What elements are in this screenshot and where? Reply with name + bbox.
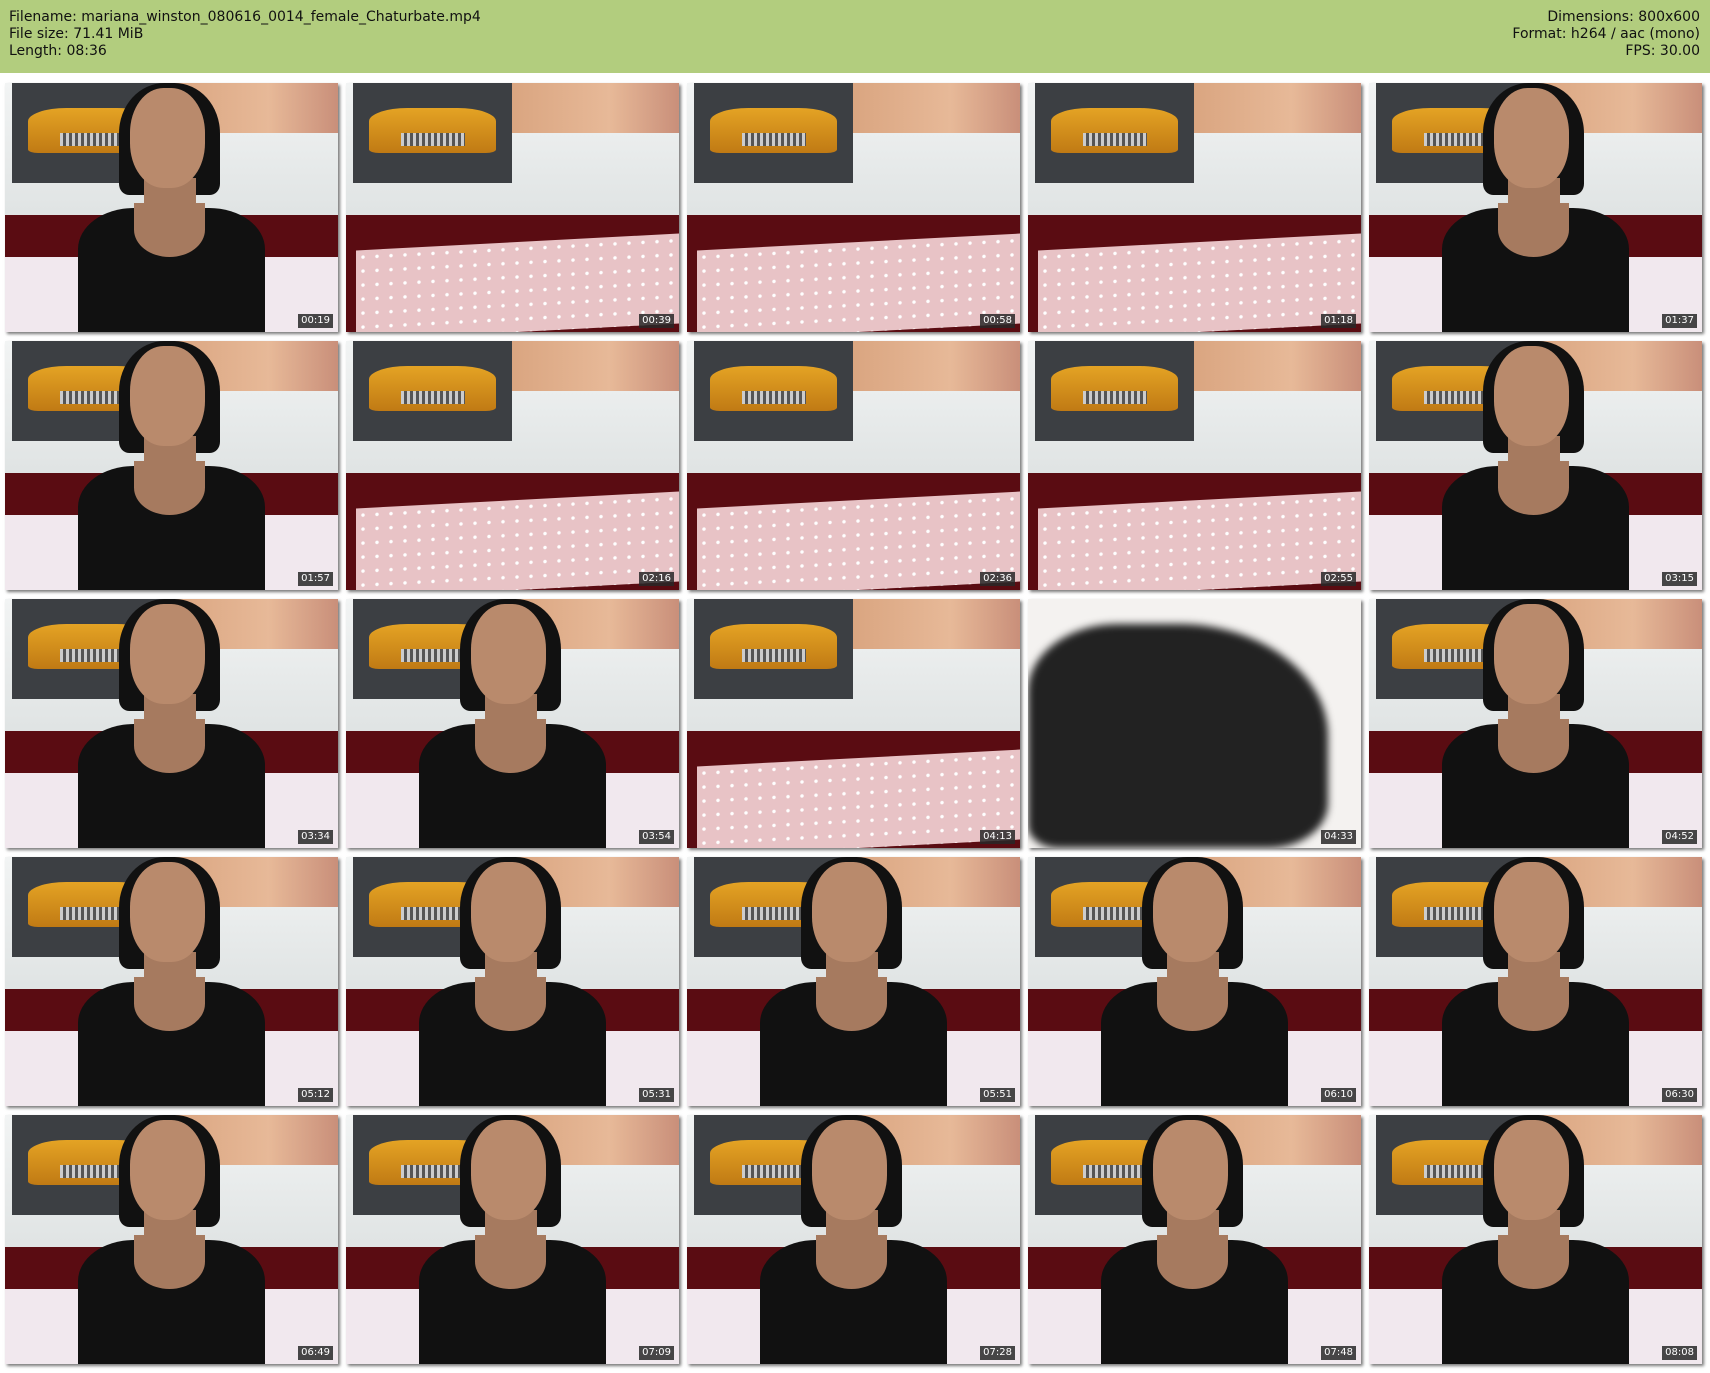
thumbnail[interactable]: 01:37 — [1369, 83, 1702, 332]
thumbnail[interactable]: 02:55 — [1028, 341, 1361, 590]
timestamp: 05:31 — [639, 1088, 674, 1102]
person — [1442, 1115, 1629, 1364]
pink-blanket — [696, 491, 1020, 590]
taxi-poster — [1034, 83, 1195, 183]
thumbnail[interactable]: 02:36 — [687, 341, 1020, 590]
taxi-poster — [693, 83, 854, 183]
thumbnail[interactable]: 08:08 — [1369, 1115, 1702, 1364]
timestamp: 07:09 — [639, 1346, 674, 1360]
filename: Filename: mariana_winston_080616_0014_fe… — [9, 9, 481, 25]
timestamp: 03:54 — [639, 830, 674, 844]
person — [1442, 83, 1629, 332]
thumbnail[interactable]: 00:39 — [346, 83, 679, 332]
pink-blanket — [1037, 233, 1361, 332]
pink-blanket — [1037, 491, 1361, 590]
timestamp: 03:15 — [1662, 572, 1697, 586]
pink-blanket — [355, 491, 679, 590]
timestamp: 01:18 — [1321, 314, 1356, 328]
thumbnail[interactable]: 02:16 — [346, 341, 679, 590]
fps: FPS: 30.00 — [1625, 43, 1700, 59]
wall-art — [505, 341, 679, 391]
wall-art — [1187, 341, 1361, 391]
thumbnail[interactable]: 03:15 — [1369, 341, 1702, 590]
dimensions: Dimensions: 800x600 — [1547, 9, 1700, 25]
thumbnail[interactable]: 04:13 — [687, 599, 1020, 848]
timestamp: 02:55 — [1321, 572, 1356, 586]
timestamp: 06:10 — [1321, 1088, 1356, 1102]
thumbnail[interactable]: 04:52 — [1369, 599, 1702, 848]
format: Format: h264 / aac (mono) — [1512, 26, 1700, 42]
timestamp: 03:34 — [298, 830, 333, 844]
person — [1101, 857, 1288, 1106]
person — [78, 599, 265, 848]
taxi-poster — [693, 599, 854, 699]
person — [78, 1115, 265, 1364]
timestamp: 02:16 — [639, 572, 674, 586]
file-size: File size: 71.41 MiB — [9, 26, 144, 42]
thumbnail[interactable]: 06:30 — [1369, 857, 1702, 1106]
timestamp: 04:52 — [1662, 830, 1697, 844]
thumbnail[interactable]: 05:12 — [5, 857, 338, 1106]
thumbnail[interactable]: 00:19 — [5, 83, 338, 332]
taxi-poster — [352, 83, 513, 183]
thumbnail[interactable]: 00:58 — [687, 83, 1020, 332]
wall-art — [846, 341, 1020, 391]
thumbnail[interactable]: 06:49 — [5, 1115, 338, 1364]
info-header: Filename: mariana_winston_080616_0014_fe… — [0, 0, 1710, 73]
wall-art — [846, 83, 1020, 133]
person — [760, 1115, 947, 1364]
thumbnail[interactable]: 01:18 — [1028, 83, 1361, 332]
wall-art — [1187, 83, 1361, 133]
taxi-poster — [352, 341, 513, 441]
timestamp: 00:58 — [980, 314, 1015, 328]
wall-art — [846, 599, 1020, 649]
timestamp: 08:08 — [1662, 1346, 1697, 1360]
timestamp: 04:13 — [980, 830, 1015, 844]
timestamp: 01:57 — [298, 572, 333, 586]
thumbnail[interactable]: 05:31 — [346, 857, 679, 1106]
timestamp: 06:49 — [298, 1346, 333, 1360]
wall-art — [505, 83, 679, 133]
taxi-poster — [1034, 341, 1195, 441]
length: Length: 08:36 — [9, 43, 107, 59]
timestamp: 02:36 — [980, 572, 1015, 586]
file-info-left: Filename: mariana_winston_080616_0014_fe… — [9, 9, 481, 60]
timestamp: 01:37 — [1662, 314, 1697, 328]
timestamp: 06:30 — [1662, 1088, 1697, 1102]
timestamp: 07:28 — [980, 1346, 1015, 1360]
thumbnail[interactable]: 03:34 — [5, 599, 338, 848]
timestamp: 00:19 — [298, 314, 333, 328]
motion-blur-figure — [1028, 623, 1328, 848]
person — [78, 857, 265, 1106]
timestamp: 04:33 — [1321, 830, 1356, 844]
thumbnail[interactable]: 07:48 — [1028, 1115, 1361, 1364]
person — [78, 341, 265, 590]
thumbnail[interactable]: 01:57 — [5, 341, 338, 590]
file-info-right: Dimensions: 800x600 Format: h264 / aac (… — [1512, 9, 1700, 60]
thumbnail[interactable]: 05:51 — [687, 857, 1020, 1106]
timestamp: 05:51 — [980, 1088, 1015, 1102]
thumbnail[interactable]: 04:33 — [1028, 599, 1361, 848]
thumbnail[interactable]: 03:54 — [346, 599, 679, 848]
person — [419, 857, 606, 1106]
thumbnail[interactable]: 07:28 — [687, 1115, 1020, 1364]
timestamp: 07:48 — [1321, 1346, 1356, 1360]
timestamp: 05:12 — [298, 1088, 333, 1102]
person — [1442, 857, 1629, 1106]
timestamp: 00:39 — [639, 314, 674, 328]
person — [78, 83, 265, 332]
person — [1442, 599, 1629, 848]
pink-blanket — [696, 233, 1020, 332]
pink-blanket — [355, 233, 679, 332]
taxi-poster — [693, 341, 854, 441]
thumbnail[interactable]: 07:09 — [346, 1115, 679, 1364]
pink-blanket — [696, 749, 1020, 848]
thumbnail[interactable]: 06:10 — [1028, 857, 1361, 1106]
person — [760, 857, 947, 1106]
person — [419, 1115, 606, 1364]
person — [1101, 1115, 1288, 1364]
person — [419, 599, 606, 848]
person — [1442, 341, 1629, 590]
